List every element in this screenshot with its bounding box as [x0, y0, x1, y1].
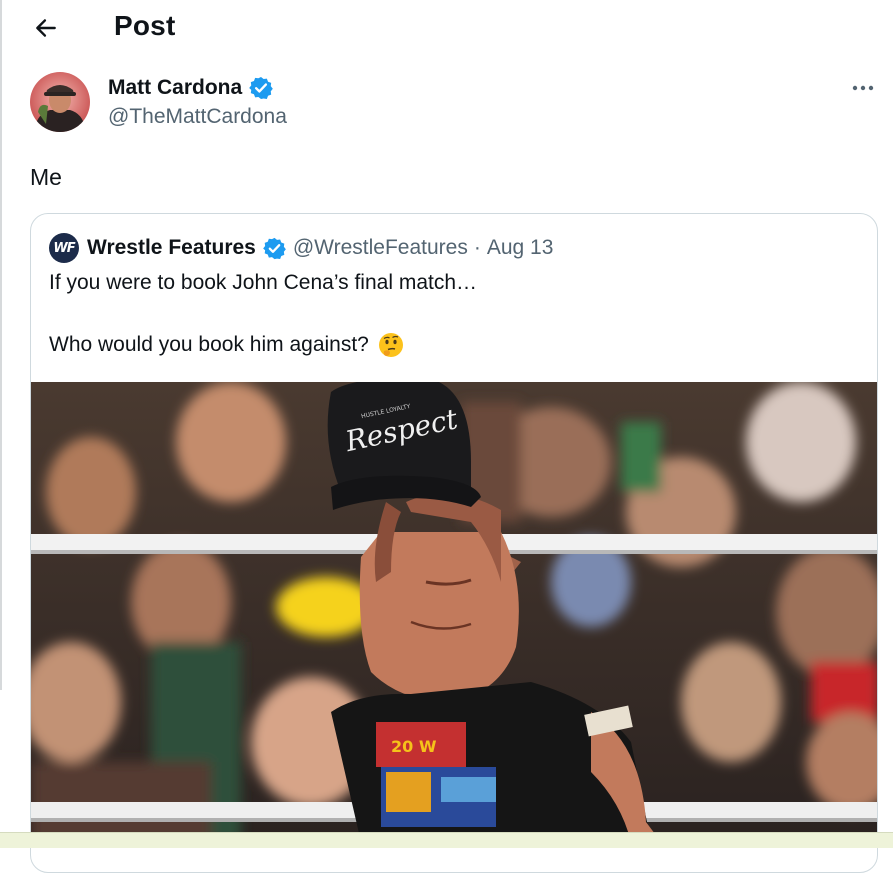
quoted-author-name[interactable]: Wrestle Features	[87, 236, 256, 260]
quoted-text-line-1: If you were to book John Cena’s final ma…	[49, 271, 478, 294]
shirt-logo-graphic: 20 W	[391, 737, 437, 756]
quoted-media-image[interactable]: Respect HUSTLE LOYALTY 20 W	[31, 382, 877, 842]
avatar[interactable]	[30, 72, 90, 132]
wrestler-photo: Respect HUSTLE LOYALTY 20 W	[31, 382, 877, 842]
quoted-text-line-2: Who would you book him against?	[49, 331, 405, 359]
window-edge	[0, 0, 2, 690]
author-handle[interactable]: @TheMattCardona	[108, 105, 287, 129]
back-button[interactable]	[30, 12, 62, 44]
thinking-face-icon	[378, 333, 403, 357]
author-name: Matt Cardona	[108, 76, 243, 99]
quoted-date[interactable]: Aug 13	[487, 236, 554, 260]
tweet-text: Me	[30, 164, 62, 190]
more-horizontal-icon	[852, 85, 874, 91]
verified-badge-icon	[263, 237, 286, 259]
avatar-photo	[30, 72, 90, 132]
quoted-avatar[interactable]: WF	[49, 233, 79, 263]
quoted-text-question: Who would you book him against?	[49, 333, 369, 356]
separator-dot: ·	[473, 236, 481, 259]
verified-badge-icon	[249, 76, 273, 100]
quoted-avatar-logo: WF	[53, 240, 75, 256]
quoted-tweet[interactable]: WF Wrestle Features @WrestleFeatures · A…	[30, 213, 878, 873]
quoted-author-handle[interactable]: @WrestleFeatures	[293, 236, 468, 260]
author-name-link[interactable]: Matt Cardona	[108, 75, 274, 101]
arrow-left-icon	[36, 19, 56, 37]
more-button[interactable]	[847, 72, 879, 104]
post-header: Post	[0, 0, 893, 56]
page-title: Post	[114, 10, 176, 41]
browser-bottom-bar	[0, 832, 893, 848]
quoted-tweet-header: WF Wrestle Features @WrestleFeatures · A…	[49, 233, 553, 263]
